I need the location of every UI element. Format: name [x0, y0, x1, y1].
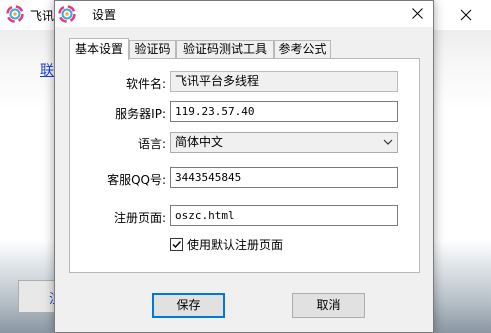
- server-ip-field[interactable]: 119.23.57.40: [170, 101, 398, 122]
- software-name-label: 软件名:: [125, 77, 166, 91]
- language-select-value: 简体中文: [175, 135, 224, 149]
- dialog-title: 设置: [92, 8, 117, 22]
- background-link[interactable]: 联: [40, 60, 54, 80]
- language-label: 语言:: [137, 137, 166, 151]
- language-select[interactable]: 简体中文: [170, 132, 398, 153]
- app-logo-icon: [58, 5, 76, 23]
- close-icon: [460, 9, 471, 21]
- support-qq-field[interactable]: 3443545845: [170, 167, 398, 188]
- settings-dialog: 设置 基本设置 验证码 验证码测试工具 参考公式 软件名: 飞讯平台多线程 服务…: [54, 0, 434, 333]
- tab-captcha-test-tool[interactable]: 验证码测试工具: [176, 40, 274, 58]
- checkmark-icon: [172, 241, 182, 249]
- register-page-label: 注册页面:: [113, 211, 166, 225]
- register-page-field[interactable]: oszc.html: [170, 205, 398, 226]
- save-button[interactable]: 保存: [152, 293, 225, 318]
- chevron-down-icon: [383, 139, 393, 145]
- use-default-register-row[interactable]: 使用默认注册页面: [170, 236, 283, 253]
- cancel-button[interactable]: 取消: [292, 293, 365, 318]
- use-default-register-label: 使用默认注册页面: [187, 238, 284, 252]
- tab-captcha[interactable]: 验证码: [129, 40, 176, 58]
- close-icon: [411, 7, 423, 19]
- tab-reference-formula[interactable]: 参考公式: [274, 40, 331, 58]
- dialog-titlebar: 设置: [55, 1, 433, 27]
- app-logo-icon: [6, 5, 24, 23]
- background-close-button[interactable]: [440, 0, 491, 30]
- tab-basic-settings[interactable]: 基本设置: [69, 38, 129, 60]
- dialog-close-button[interactable]: [401, 1, 433, 25]
- software-name-field[interactable]: 飞讯平台多线程: [170, 71, 398, 92]
- tab-panel-basic-settings: 软件名: 飞讯平台多线程 服务器IP: 119.23.57.40 语言: 简体中…: [69, 58, 420, 273]
- support-qq-label: 客服QQ号:: [107, 173, 166, 187]
- use-default-register-checkbox[interactable]: [170, 238, 183, 251]
- server-ip-label: 服务器IP:: [115, 107, 166, 121]
